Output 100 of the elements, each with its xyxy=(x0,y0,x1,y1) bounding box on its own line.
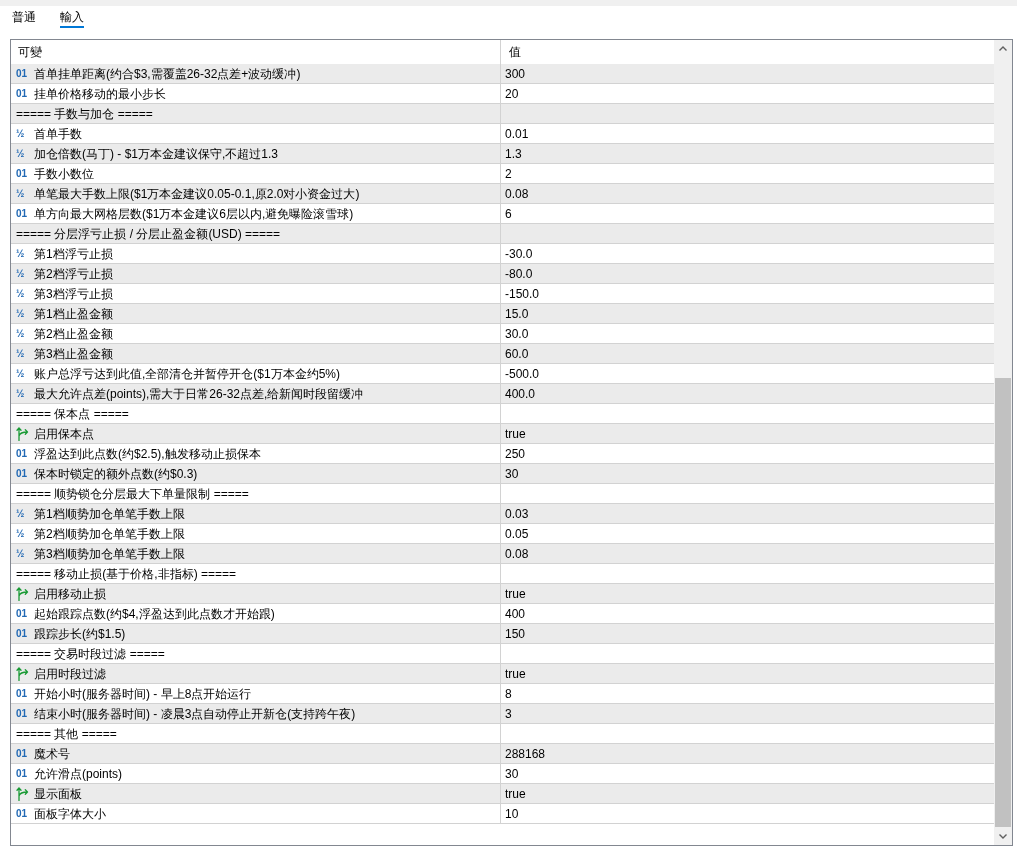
table-row[interactable]: ===== 分层浮亏止损 / 分层止盈金额(USD) ===== xyxy=(11,224,994,244)
parameter-name: 启用保本点 xyxy=(34,427,94,440)
table-row[interactable]: ===== 移动止损(基于价格,非指标) ===== xyxy=(11,564,994,584)
table-row[interactable]: ===== 其他 ===== xyxy=(11,724,994,744)
scrollbar-thumb[interactable] xyxy=(995,378,1011,827)
chevron-down-icon xyxy=(999,834,1007,839)
type-icon: ½ xyxy=(16,328,31,339)
table-row[interactable]: 启用移动止损 true xyxy=(11,584,994,604)
table-row[interactable]: 01 魔术号 288168 xyxy=(11,744,994,764)
parameter-name: 挂单价格移动的最小步长 xyxy=(34,87,166,100)
table-row[interactable]: 显示面板 true xyxy=(11,784,994,804)
tab[interactable]: 普通 xyxy=(12,10,36,28)
type-icon: 01 xyxy=(16,448,31,459)
table-row[interactable]: ½ 第1档浮亏止损 -30.0 xyxy=(11,244,994,264)
type-icon: ½ xyxy=(16,188,31,199)
table-row[interactable]: 01 浮盈达到此点数(约$2.5),触发移动止损保本 250 xyxy=(11,444,994,464)
parameter-name: 首单挂单距离(约合$3,需覆盖26-32点差+波动缓冲) xyxy=(34,67,301,80)
type-icon: 01 xyxy=(16,768,31,779)
parameter-value: 400 xyxy=(505,607,526,620)
section-heading: ===== 手数与加仓 ===== xyxy=(16,107,153,120)
parameter-value: 300 xyxy=(505,67,526,80)
parameter-value: -30.0 xyxy=(505,247,533,260)
table-row[interactable]: 01 挂单价格移动的最小步长 20 xyxy=(11,84,994,104)
table-row[interactable]: ½ 第2档止盈金额 30.0 xyxy=(11,324,994,344)
parameter-value: -500.0 xyxy=(505,367,540,380)
parameter-name: 账户总浮亏达到此值,全部清仓并暂停开仓($1万本金约5%) xyxy=(34,367,341,380)
parameter-name: 启用移动止损 xyxy=(34,587,106,600)
table-row[interactable]: 01 单方向最大网格层数($1万本金建议6层以内,避免曝险滚雪球) 6 xyxy=(11,204,994,224)
type-icon: 01 xyxy=(16,68,31,79)
type-icon: 01 xyxy=(16,88,31,99)
type-icon: ½ xyxy=(16,508,31,519)
type-icon: 01 xyxy=(16,808,31,819)
table-row[interactable]: ½ 第3档止盈金额 60.0 xyxy=(11,344,994,364)
table-row[interactable]: 01 开始小时(服务器时间) - 早上8点开始运行 8 xyxy=(11,684,994,704)
type-icon: ½ xyxy=(16,268,31,279)
parameter-name: 第3档浮亏止损 xyxy=(34,287,113,300)
parameter-name: 跟踪步长(约$1.5) xyxy=(34,627,126,640)
parameter-name: 结束小时(服务器时间) - 凌晨3点自动停止开新仓(支持跨午夜) xyxy=(34,707,356,720)
type-icon: 01 xyxy=(16,688,31,699)
type-icon: 01 xyxy=(16,708,31,719)
parameter-value: 288168 xyxy=(505,747,546,760)
table-row[interactable]: ½ 第2档浮亏止损 -80.0 xyxy=(11,264,994,284)
table-row[interactable]: ½ 第3档顺势加仓单笔手数上限 0.08 xyxy=(11,544,994,564)
parameter-name: 魔术号 xyxy=(34,747,70,760)
parameter-value: 150 xyxy=(505,627,526,640)
parameter-name: 启用时段过滤 xyxy=(34,667,106,680)
table-row[interactable]: 01 手数小数位 2 xyxy=(11,164,994,184)
parameter-value: 0.03 xyxy=(505,507,529,520)
type-icon: ½ xyxy=(16,248,31,259)
table-row[interactable]: ½ 最大允许点差(points),需大于日常26-32点差,给新闻时段留缓冲 400.0 xyxy=(11,384,994,404)
table-row[interactable]: ===== 保本点 ===== xyxy=(11,404,994,424)
table-row[interactable]: 01 面板字体大小 10 xyxy=(11,804,994,824)
parameter-name: 面板字体大小 xyxy=(34,807,106,820)
parameter-value: 0.01 xyxy=(505,127,529,140)
tab[interactable]: 輸入 xyxy=(60,10,84,28)
table-row[interactable]: ½ 第3档浮亏止损 -150.0 xyxy=(11,284,994,304)
parameter-value: true xyxy=(505,587,526,600)
type-icon: ½ xyxy=(16,308,31,319)
table-row[interactable]: 启用时段过滤 true xyxy=(11,664,994,684)
parameter-value: 8 xyxy=(505,687,512,700)
parameter-name: 允许滑点(points) xyxy=(34,767,122,780)
table-row[interactable]: ===== 手数与加仓 ===== xyxy=(11,104,994,124)
table-row[interactable]: ½ 第1档止盈金额 15.0 xyxy=(11,304,994,324)
table-row[interactable]: ½ 首单手数 0.01 xyxy=(11,124,994,144)
table-row[interactable]: 01 结束小时(服务器时间) - 凌晨3点自动停止开新仓(支持跨午夜) 3 xyxy=(11,704,994,724)
table-row[interactable]: 启用保本点 true xyxy=(11,424,994,444)
parameter-value: 6 xyxy=(505,207,512,220)
type-icon: ½ xyxy=(16,288,31,299)
parameter-name: 加仓倍数(马丁) - $1万本金建议保守,不超过1.3 xyxy=(34,147,279,160)
parameter-name: 保本时锁定的额外点数(约$0.3) xyxy=(34,467,198,480)
type-icon: ½ xyxy=(16,148,31,159)
table-row[interactable]: ===== 交易时段过滤 ===== xyxy=(11,644,994,664)
branch-arrow-icon xyxy=(16,786,29,801)
table-row[interactable]: 01 起始跟踪点数(约$4,浮盈达到此点数才开始跟) 400 xyxy=(11,604,994,624)
table-row[interactable]: 01 跟踪步长(约$1.5) 150 xyxy=(11,624,994,644)
parameter-value: 3 xyxy=(505,707,512,720)
table-row[interactable]: ½ 第1档顺势加仓单笔手数上限 0.03 xyxy=(11,504,994,524)
table-row[interactable]: 01 首单挂单距离(约合$3,需覆盖26-32点差+波动缓冲) 300 xyxy=(11,64,994,84)
parameter-name: 最大允许点差(points),需大于日常26-32点差,给新闻时段留缓冲 xyxy=(34,387,364,400)
type-icon: 01 xyxy=(16,608,31,619)
parameter-value: 30 xyxy=(505,467,519,480)
type-icon: 01 xyxy=(16,468,31,479)
table-row[interactable]: ===== 顺势锁仓分层最大下单量限制 ===== xyxy=(11,484,994,504)
parameter-name: 开始小时(服务器时间) - 早上8点开始运行 xyxy=(34,687,252,700)
type-icon: ½ xyxy=(16,388,31,399)
parameter-name: 第1档顺势加仓单笔手数上限 xyxy=(34,507,185,520)
parameter-value: 400.0 xyxy=(505,387,536,400)
parameter-value: 30.0 xyxy=(505,327,529,340)
parameter-name: 起始跟踪点数(约$4,浮盈达到此点数才开始跟) xyxy=(34,607,275,620)
table-row[interactable]: ½ 账户总浮亏达到此值,全部清仓并暂停开仓($1万本金约5%) -500.0 xyxy=(11,364,994,384)
table-row[interactable]: 01 保本时锁定的额外点数(约$0.3) 30 xyxy=(11,464,994,484)
parameter-name: 显示面板 xyxy=(34,787,82,800)
table-row[interactable]: ½ 单笔最大手数上限($1万本金建议0.05-0.1,原2.0对小资金过大) 0.08 xyxy=(11,184,994,204)
parameter-value: -80.0 xyxy=(505,267,533,280)
table-row[interactable]: 01 允许滑点(points) 30 xyxy=(11,764,994,784)
table-row[interactable]: ½ 第2档顺势加仓单笔手数上限 0.05 xyxy=(11,524,994,544)
section-heading: ===== 分层浮亏止损 / 分层止盈金额(USD) ===== xyxy=(16,227,281,240)
column-header[interactable]: 值 xyxy=(501,40,994,64)
parameter-value: 10 xyxy=(505,807,519,820)
table-row[interactable]: ½ 加仓倍数(马丁) - $1万本金建议保守,不超过1.3 1.3 xyxy=(11,144,994,164)
